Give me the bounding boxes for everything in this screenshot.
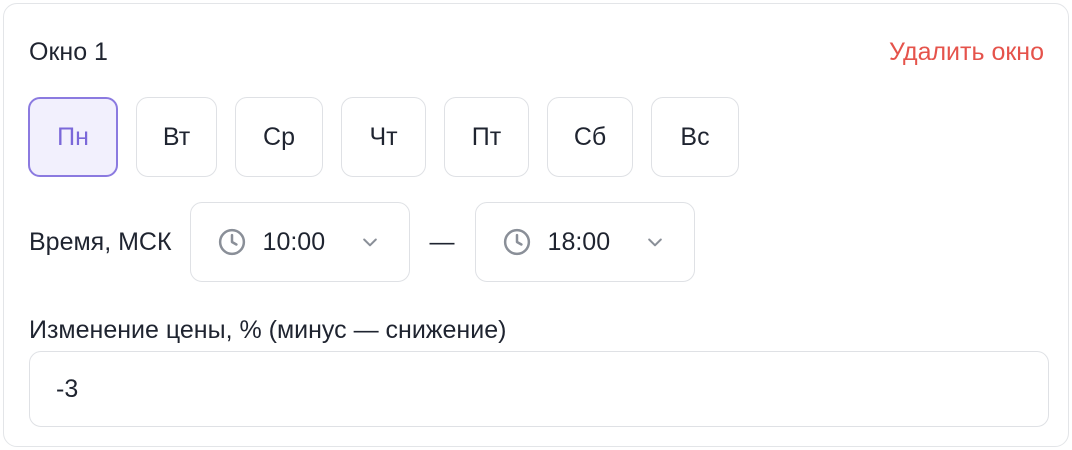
day-toggle-wed[interactable]: Ср: [235, 97, 323, 177]
chevron-down-icon: [644, 231, 666, 253]
day-toggle-sun[interactable]: Вс: [651, 97, 739, 177]
day-toggle-thu[interactable]: Чт: [341, 97, 426, 177]
time-window-card: Окно 1 Удалить окно Пн Вт Ср Чт Пт Сб Вс…: [3, 3, 1069, 447]
window-title: Окно 1: [29, 38, 108, 66]
end-time-value: 18:00: [547, 227, 611, 256]
chevron-down-icon: [359, 231, 381, 253]
clock-icon: [500, 225, 534, 259]
price-change-input[interactable]: [29, 351, 1049, 427]
time-range-row: Время, МСК 10:00 — 18:00: [29, 202, 695, 282]
start-time-value: 10:00: [262, 227, 326, 256]
weekday-selector: Пн Вт Ср Чт Пт Сб Вс: [28, 97, 739, 177]
time-range-separator: —: [429, 227, 455, 256]
day-toggle-tue[interactable]: Вт: [136, 97, 217, 177]
clock-icon: [215, 225, 249, 259]
day-toggle-fri[interactable]: Пт: [444, 97, 529, 177]
time-label: Время, МСК: [29, 227, 172, 256]
price-change-label: Изменение цены, % (минус — снижение): [29, 316, 507, 344]
end-time-select[interactable]: 18:00: [474, 202, 695, 282]
day-toggle-sat[interactable]: Сб: [547, 97, 633, 177]
day-toggle-mon[interactable]: Пн: [28, 97, 118, 177]
start-time-select[interactable]: 10:00: [189, 202, 410, 282]
delete-window-button[interactable]: Удалить окно: [889, 37, 1044, 67]
